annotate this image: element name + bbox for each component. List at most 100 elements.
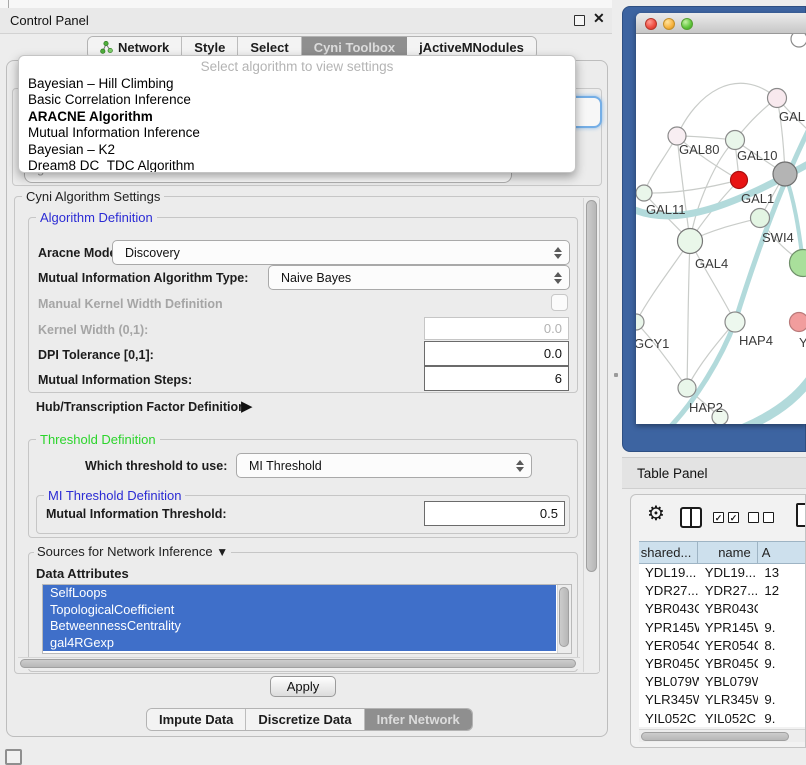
deselect-all-icon[interactable] — [763, 512, 774, 523]
algorithm-menu-item[interactable]: Mutual Information Inference — [19, 125, 575, 141]
table-panel-title: Table Panel — [637, 466, 708, 481]
tab[interactable]: Infer Network — [365, 709, 472, 730]
mac-minimize-icon[interactable] — [663, 18, 675, 30]
aracne-mode-label: Aracne Mode: — [38, 246, 121, 260]
column-header[interactable]: shared... — [639, 542, 698, 563]
float-window-icon[interactable] — [574, 15, 585, 26]
node-hap2[interactable] — [678, 379, 696, 397]
tab[interactable]: Impute Data — [147, 709, 246, 730]
column-header[interactable]: name — [698, 542, 757, 563]
kernel-width-field[interactable]: 0.0 — [424, 317, 569, 340]
settings-hscrollbar — [18, 657, 580, 669]
column-header[interactable]: A — [758, 542, 806, 563]
mi-type-combo[interactable]: Naive Bayes — [268, 265, 570, 290]
combo-stepper-icon — [554, 247, 562, 259]
settings-vscrollbar-thumb[interactable] — [586, 200, 597, 572]
hub-definition-label: Hub/Transcription Factor Definition — [36, 400, 246, 414]
mac-close-icon[interactable] — [645, 18, 657, 30]
node-gal4[interactable] — [678, 229, 703, 254]
algorithm-menu-item[interactable]: Basic Correlation Inference — [19, 92, 575, 108]
node-labels: GAL GAL80 GAL10 GAL1 GAL11 SWI4 GAL4 HAP… — [636, 109, 806, 415]
network-window-titlebar[interactable] — [636, 13, 806, 34]
label-y-partial: Y — [799, 335, 806, 350]
node-gal7[interactable] — [768, 89, 787, 108]
network-window: GAL GAL80 GAL10 GAL1 GAL11 SWI4 GAL4 HAP… — [636, 13, 806, 424]
table-row[interactable]: YBR043C YBR043C — [639, 600, 806, 618]
node-gal1[interactable] — [751, 209, 770, 228]
algorithm-menu-item[interactable]: Dream8 DC_TDC Algorithm — [19, 158, 575, 173]
node-swi4[interactable] — [790, 250, 806, 277]
tab-label: Cyni Toolbox — [314, 40, 395, 55]
table-row[interactable]: YER054C YER054C 8. — [639, 637, 806, 655]
algorithm-menu-item[interactable]: Bayesian – Hill Climbing — [19, 76, 575, 92]
table-row[interactable]: YBR045C YBR045C 9. — [639, 655, 806, 673]
attribute-list-item-selected[interactable]: BetweennessCentrality — [43, 618, 556, 635]
attribute-list-item-selected[interactable]: TopologicalCoefficient — [43, 602, 556, 619]
node-gray[interactable] — [773, 162, 797, 186]
label-gal-partial: GAL — [779, 109, 805, 124]
popup-item-list: Bayesian – Hill Climbing Basic Correlati… — [19, 76, 575, 173]
disclosure-right-icon[interactable]: ▶ — [241, 397, 253, 415]
node-red-selected[interactable] — [731, 172, 748, 189]
list-vscrollbar-thumb[interactable] — [559, 587, 569, 647]
control-panel-titlebar: Control Panel ✕ — [0, 8, 612, 34]
label-gal80: GAL80 — [679, 142, 719, 157]
algorithm-menu-item[interactable]: ARACNE Algorithm — [19, 109, 575, 125]
aracne-mode-value: Discovery — [125, 246, 180, 260]
top-strip — [0, 0, 612, 8]
select-all-icon[interactable]: ✓ — [728, 512, 739, 523]
node-gal11[interactable] — [636, 185, 652, 201]
node-partial-top[interactable] — [791, 34, 806, 47]
manual-kernel-label: Manual Kernel Width Definition — [38, 297, 223, 311]
select-all-icon[interactable]: ✓ — [713, 512, 724, 523]
node-gal10[interactable] — [726, 131, 745, 150]
settings-hscrollbar-thumb[interactable] — [20, 659, 576, 668]
attribute-list-item-selected[interactable]: gal4RGexp — [43, 635, 556, 652]
network-icon — [100, 41, 113, 54]
split-pane-icon[interactable] — [680, 507, 702, 528]
splitter-handle[interactable] — [614, 373, 618, 377]
label-swi4: SWI4 — [762, 230, 794, 245]
gear-icon[interactable]: ⚙ — [647, 504, 665, 524]
table-row[interactable]: YBL079W YBL079W — [639, 673, 806, 691]
manual-kernel-checkbox[interactable] — [551, 294, 568, 311]
settings-vscrollbar — [583, 198, 599, 672]
tab[interactable]: Discretize Data — [246, 709, 364, 730]
network-canvas[interactable]: GAL GAL80 GAL10 GAL1 GAL11 SWI4 GAL4 HAP… — [636, 34, 806, 424]
label-gal10: GAL10 — [737, 148, 777, 163]
table-hscrollbar-thumb[interactable] — [641, 732, 789, 741]
dpi-tolerance-label: DPI Tolerance [0,1]: — [38, 348, 154, 362]
table-row[interactable]: YDR27... YDR27... 12 — [639, 582, 806, 600]
mi-steps-label: Mutual Information Steps: — [38, 373, 192, 387]
label-hap4: HAP4 — [739, 333, 773, 348]
tab-label: Select — [250, 40, 288, 55]
table-row[interactable]: YIL052C YIL052C 9. — [639, 710, 806, 728]
minimized-panel-icon[interactable] — [5, 749, 22, 765]
which-threshold-combo[interactable]: MI Threshold — [236, 453, 532, 478]
close-icon[interactable]: ✕ — [593, 10, 605, 27]
node-salmon[interactable] — [790, 313, 806, 332]
table-row[interactable]: YPR145W YPR145W 9. — [639, 619, 806, 637]
table-row[interactable]: YLR345W YLR345W 9. — [639, 691, 806, 709]
attribute-list-item-selected[interactable]: SelfLoops — [43, 585, 556, 602]
node-hap4[interactable] — [725, 312, 745, 332]
apply-button[interactable]: Apply — [270, 676, 336, 697]
dpi-tolerance-field[interactable]: 0.0 — [424, 341, 569, 366]
bottom-tabs: Impute Data Discretize Data Infer Networ… — [146, 708, 473, 731]
mi-type-label: Mutual Information Algorithm Type: — [38, 271, 248, 285]
tab-label: jActiveMNodules — [419, 40, 524, 55]
aracne-mode-combo[interactable]: Discovery — [112, 240, 570, 265]
deselect-all-icon[interactable] — [748, 512, 759, 523]
mi-steps-field[interactable]: 6 — [424, 366, 569, 391]
algorithm-menu-item[interactable]: Bayesian – K2 — [19, 142, 575, 158]
disclosure-down-icon[interactable]: ▼ — [216, 545, 228, 559]
mi-threshold-label: Mutual Information Threshold: — [46, 507, 227, 521]
node-gcy1[interactable] — [636, 314, 644, 330]
gray-edges[interactable] — [636, 83, 806, 417]
mi-threshold-field[interactable]: 0.5 — [424, 501, 565, 526]
algorithm-definition-title: Algorithm Definition — [36, 210, 157, 225]
mac-zoom-icon[interactable] — [681, 18, 693, 30]
new-table-icon[interactable] — [796, 503, 806, 527]
table-row[interactable]: YDL19... YDL19... 13 — [639, 564, 806, 582]
popup-placeholder: Select algorithm to view settings — [19, 59, 575, 76]
